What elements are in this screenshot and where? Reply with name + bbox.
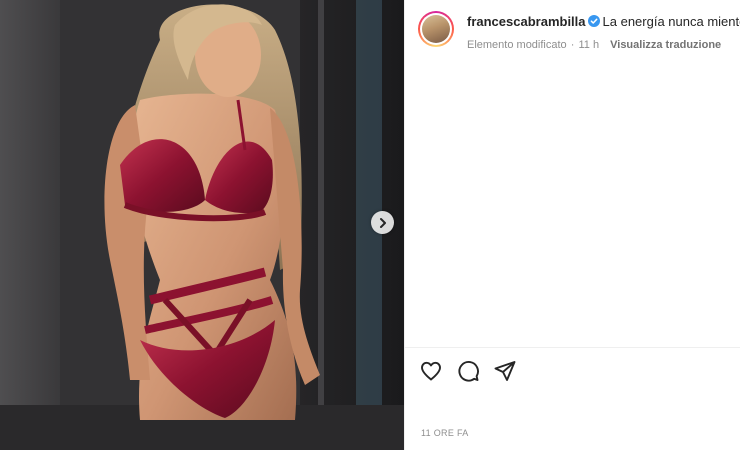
post-meta: Elemento modificato · 11 h Visualizza tr…: [467, 39, 721, 51]
actions-divider: [405, 347, 740, 348]
post-photo: [0, 0, 404, 450]
meta-separator: ·: [570, 39, 575, 51]
chevron-right-icon: [379, 217, 386, 228]
post-timestamp[interactable]: 11 ORE FA: [421, 428, 469, 438]
time-ago: 11 h: [578, 39, 600, 51]
heart-icon[interactable]: [419, 359, 443, 383]
caption-text: La energía nunca miente D: [602, 14, 740, 29]
post-header: francescabrambilla La energía nunca mien…: [405, 0, 740, 60]
instagram-post: francescabrambilla La energía nunca mien…: [0, 0, 740, 450]
action-bar: [419, 359, 530, 383]
translate-button[interactable]: Visualizza traduzione: [610, 39, 721, 51]
avatar-image: [422, 15, 450, 43]
caption-line: francescabrambilla La energía nunca mien…: [467, 14, 740, 30]
next-photo-button[interactable]: [371, 211, 394, 234]
username-link[interactable]: francescabrambilla: [467, 14, 586, 29]
avatar-border: [420, 13, 452, 45]
post-details-panel: francescabrambilla La energía nunca mien…: [404, 0, 740, 450]
paper-plane-icon[interactable]: [493, 359, 517, 383]
edited-label: Elemento modificato: [467, 39, 567, 51]
post-media[interactable]: [0, 0, 404, 450]
avatar[interactable]: [418, 11, 454, 47]
verified-badge-icon: [587, 15, 600, 27]
comment-icon[interactable]: [456, 359, 480, 383]
